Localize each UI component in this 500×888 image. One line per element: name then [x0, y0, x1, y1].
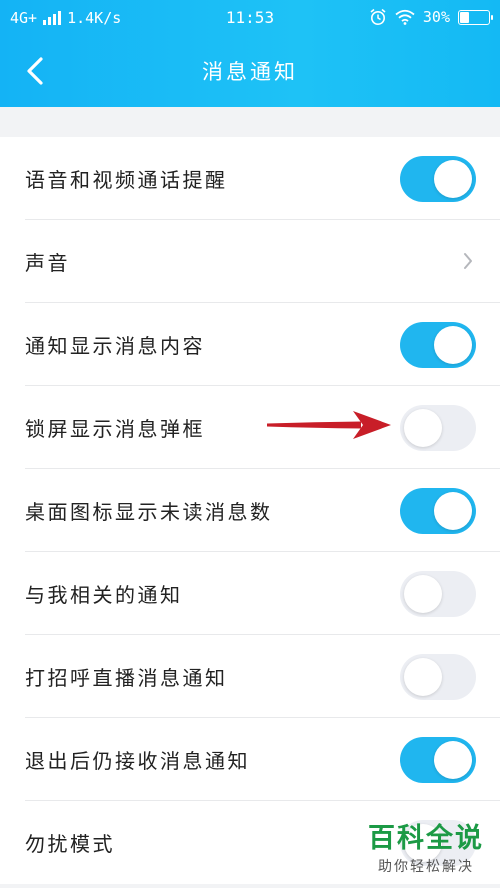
toggle-knob: [404, 575, 442, 613]
battery-icon: [458, 9, 493, 25]
toggle-knob: [434, 160, 472, 198]
settings-row[interactable]: 声音: [0, 220, 500, 303]
toggle-switch[interactable]: [400, 405, 476, 451]
settings-row-label: 声音: [25, 251, 70, 275]
toggle-knob: [404, 658, 442, 696]
page-title: 消息通知: [202, 60, 298, 84]
settings-row-label: 锁屏显示消息弹框: [25, 417, 205, 441]
chevron-right-icon[interactable]: [462, 250, 474, 272]
watermark-logo: 百科全说 助你轻松解决: [368, 824, 484, 876]
settings-row[interactable]: 退出后仍接收消息通知: [0, 718, 500, 801]
settings-row-label: 通知显示消息内容: [25, 334, 205, 358]
toggle-knob: [404, 409, 442, 447]
battery-percent: 30%: [422, 8, 450, 26]
wifi-icon: [395, 9, 415, 25]
toggle-switch[interactable]: [400, 737, 476, 783]
settings-row[interactable]: 桌面图标显示未读消息数: [0, 469, 500, 552]
settings-row[interactable]: 语音和视频通话提醒: [0, 137, 500, 220]
battery-fill: [460, 11, 469, 23]
settings-row-label: 桌面图标显示未读消息数: [25, 500, 273, 524]
settings-row[interactable]: 锁屏显示消息弹框: [0, 386, 500, 469]
watermark-title: 百科全说: [368, 823, 484, 854]
toggle-switch[interactable]: [400, 322, 476, 368]
toggle-knob: [434, 741, 472, 779]
app-header: 4G+ 1.4K/s 11:53 30% 消息通知: [0, 0, 500, 107]
settings-list: 语音和视频通话提醒 声音通知显示消息内容 锁屏显示消息弹框桌面图标显示未读消息数 与我…: [0, 137, 500, 884]
settings-row[interactable]: 通知显示消息内容: [0, 303, 500, 386]
toggle-knob: [434, 492, 472, 530]
toggle-knob: [434, 326, 472, 364]
status-bar: 4G+ 1.4K/s 11:53 30%: [0, 0, 500, 36]
settings-row-label: 打招呼直播消息通知: [25, 666, 228, 690]
settings-row-label: 与我相关的通知: [25, 583, 183, 607]
settings-row[interactable]: 与我相关的通知: [0, 552, 500, 635]
settings-row[interactable]: 打招呼直播消息通知: [0, 635, 500, 718]
settings-row-label: 退出后仍接收消息通知: [25, 749, 250, 773]
nav-bar: 消息通知: [0, 36, 500, 107]
toggle-switch[interactable]: [400, 156, 476, 202]
settings-row-label: 勿扰模式: [25, 832, 115, 856]
watermark-subtitle: 助你轻松解决: [378, 859, 474, 875]
settings-row-label: 语音和视频通话提醒: [25, 168, 228, 192]
toggle-switch[interactable]: [400, 488, 476, 534]
status-right: 30%: [369, 8, 493, 26]
toggle-switch[interactable]: [400, 571, 476, 617]
toggle-switch[interactable]: [400, 654, 476, 700]
alarm-icon: [370, 8, 386, 25]
